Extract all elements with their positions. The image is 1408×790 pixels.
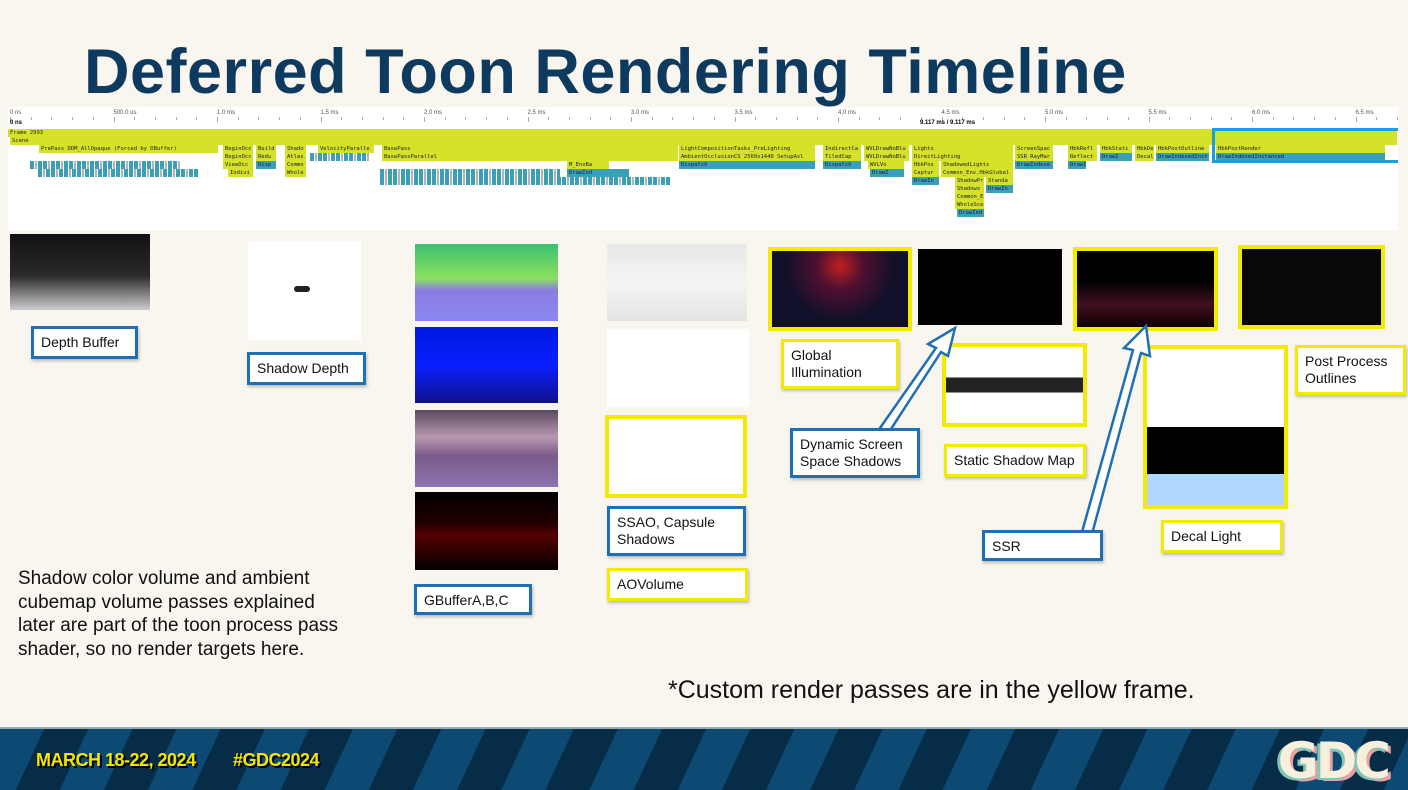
gbuffer-label: GBufferA,B,C bbox=[414, 584, 532, 615]
global-illumination-label: Global Illumination bbox=[781, 339, 899, 389]
post-process-outlines-label: Post Process Outlines bbox=[1295, 345, 1406, 395]
depth-buffer-label: Depth Buffer bbox=[31, 326, 138, 359]
aovolume-label: AOVolume bbox=[607, 568, 748, 601]
gdc-logo: GDC bbox=[1277, 732, 1391, 790]
ssao-label: SSAO, Capsule Shadows bbox=[607, 506, 746, 556]
footnote: *Custom render passes are in the yellow … bbox=[668, 676, 1195, 704]
dynamic-screen-space-shadows-label: Dynamic Screen Space Shadows bbox=[790, 428, 920, 478]
event-hashtag: #GDC2024 bbox=[233, 750, 320, 770]
note-text: Shadow color volume and ambient cubemap … bbox=[18, 568, 339, 660]
arrows bbox=[878, 323, 1152, 536]
footer-banner: MARCH 18-22, 2024 #GDC2024 GDC bbox=[0, 727, 1408, 790]
ssr-label: SSR bbox=[982, 530, 1103, 561]
arrow-icon bbox=[1080, 323, 1152, 536]
shadow-depth-label: Shadow Depth bbox=[247, 352, 366, 385]
decal-light-label: Decal Light bbox=[1161, 520, 1283, 553]
event-dates: MARCH 18-22, 2024 bbox=[36, 750, 196, 770]
static-shadow-map-label: Static Shadow Map bbox=[944, 444, 1086, 477]
